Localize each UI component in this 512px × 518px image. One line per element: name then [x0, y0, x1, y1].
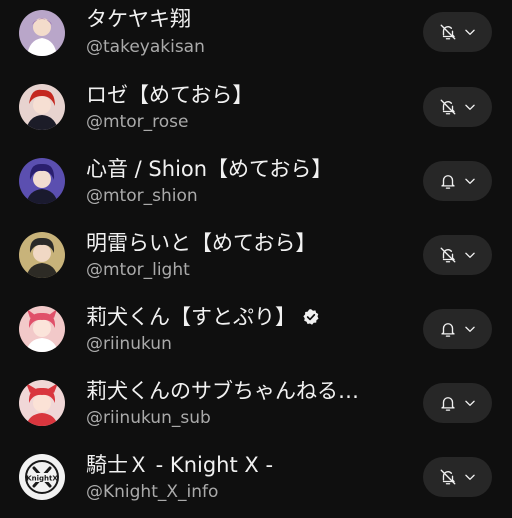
channel-name-text: 莉犬くん【すとぷり】	[86, 305, 296, 329]
bell-off-icon	[440, 99, 455, 115]
notification-button[interactable]	[423, 309, 492, 349]
bell-off-icon	[440, 247, 455, 263]
channel-row[interactable]: 明雷らいと【めておら】 @mtor_light	[0, 222, 512, 296]
channel-handle: @mtor_shion	[86, 186, 198, 206]
channel-row[interactable]: 莉犬くん【すとぷり】 @riinukun	[0, 296, 512, 370]
channel-row[interactable]: ロゼ【めておら】 @mtor_rose	[0, 74, 512, 148]
channel-handle: @riinukun	[86, 334, 172, 354]
channel-row[interactable]: タケヤキ翔 @takeyakisan	[0, 0, 512, 74]
chevron-down-icon	[464, 474, 475, 480]
subscriptions-list: タケヤキ翔 @takeyakisan ロゼ【めておら】 @mtor_rose 心…	[0, 0, 512, 511]
channel-handle: @mtor_rose	[86, 112, 189, 132]
channel-name[interactable]: 明雷らいと【めておら】	[86, 230, 316, 256]
chevron-down-icon	[464, 104, 475, 110]
notification-button[interactable]	[423, 161, 492, 201]
channel-name[interactable]: 莉犬くん【すとぷり】	[86, 304, 320, 330]
channel-row[interactable]: 心音 / Shion【めておら】 @mtor_shion	[0, 148, 512, 222]
channel-avatar[interactable]	[19, 10, 65, 56]
bell-off-icon	[440, 469, 455, 485]
channel-name[interactable]: ロゼ【めておら】	[86, 82, 253, 108]
chevron-down-icon	[464, 252, 475, 258]
channel-avatar[interactable]	[19, 306, 65, 352]
channel-avatar[interactable]: KnightX	[19, 454, 65, 500]
channel-name[interactable]: 莉犬くんのサブちゃんねる…	[86, 378, 359, 404]
channel-name[interactable]: 騎士Ｘ - Knight X -	[86, 452, 273, 478]
channel-avatar[interactable]	[19, 232, 65, 278]
channel-avatar[interactable]	[19, 158, 65, 204]
channel-handle: @mtor_light	[86, 260, 190, 280]
notification-button[interactable]	[423, 87, 492, 127]
channel-avatar[interactable]	[19, 84, 65, 130]
chevron-down-icon	[464, 400, 475, 406]
avatar-logo-text: KnightX	[26, 475, 58, 483]
bell-off-icon	[440, 24, 455, 40]
chevron-down-icon	[464, 178, 475, 184]
notification-button[interactable]	[423, 235, 492, 275]
channel-name[interactable]: 心音 / Shion【めておら】	[86, 156, 332, 182]
channel-handle: @takeyakisan	[86, 37, 205, 57]
bell-icon	[440, 397, 455, 411]
chevron-down-icon	[464, 29, 475, 35]
channel-handle: @riinukun_sub	[86, 408, 211, 428]
bell-icon	[440, 323, 455, 337]
notification-button[interactable]	[423, 457, 492, 497]
channel-row[interactable]: KnightX 騎士Ｘ - Knight X - @Knight_X_info	[0, 444, 512, 518]
channel-handle: @Knight_X_info	[86, 482, 219, 502]
channel-row[interactable]: 莉犬くんのサブちゃんねる… @riinukun_sub	[0, 370, 512, 444]
chevron-down-icon	[464, 326, 475, 332]
channel-avatar[interactable]	[19, 380, 65, 426]
notification-button[interactable]	[423, 12, 492, 52]
notification-button[interactable]	[423, 383, 492, 423]
channel-name[interactable]: タケヤキ翔	[86, 6, 191, 32]
bell-icon	[440, 175, 455, 189]
verified-badge-icon	[303, 309, 319, 325]
